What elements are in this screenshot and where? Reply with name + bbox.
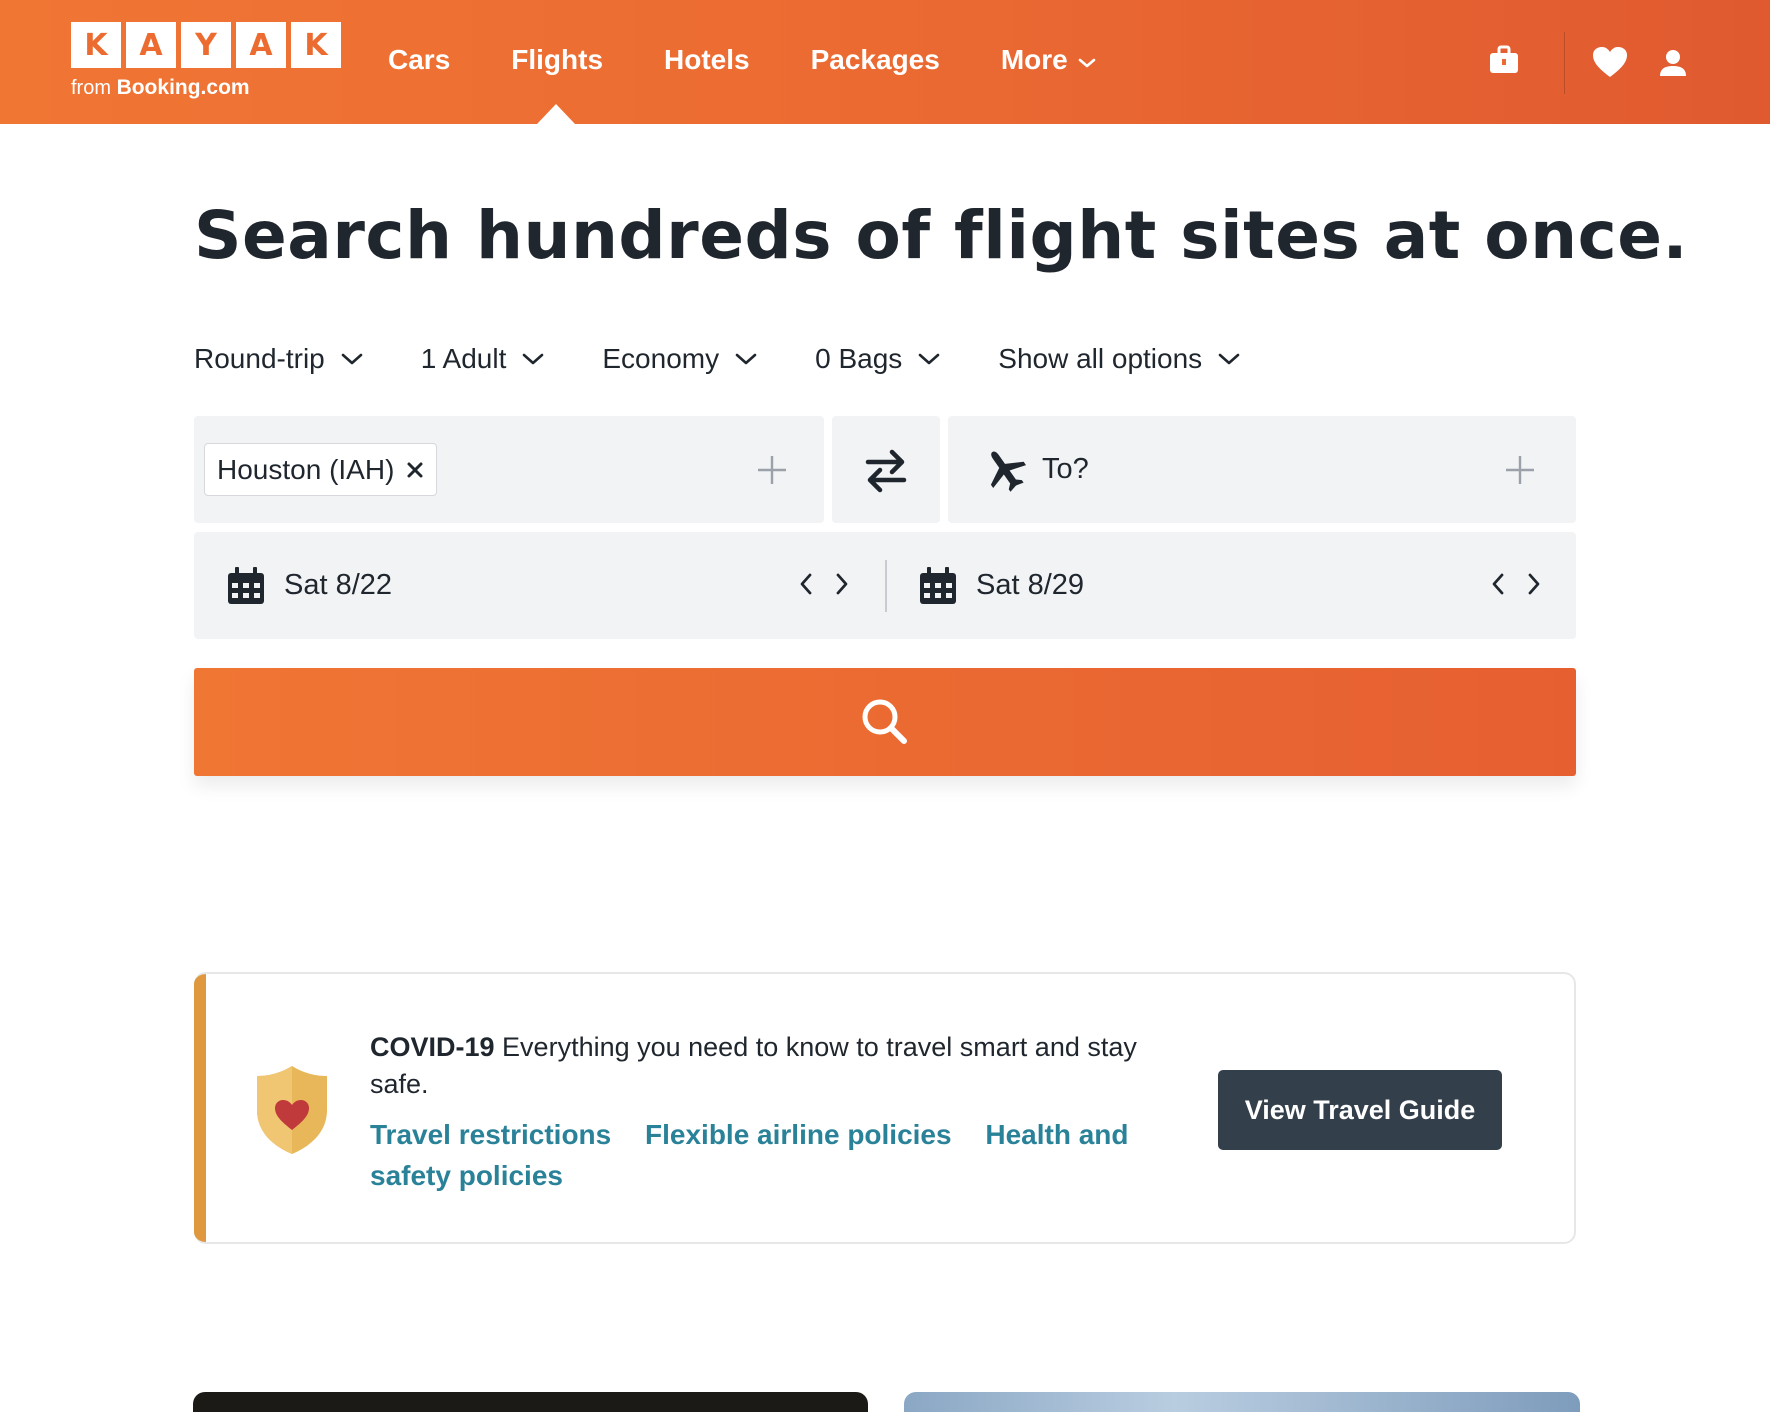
- nav-label: More: [1000, 44, 1068, 75]
- chevron-right-icon[interactable]: [834, 572, 850, 596]
- main-nav: Cars Flights Hotels Packages More: [388, 44, 1157, 76]
- nav-label: Hotels: [664, 44, 750, 75]
- trips-briefcase-icon[interactable]: [1488, 44, 1520, 81]
- view-travel-guide-button[interactable]: View Travel Guide: [1218, 1070, 1502, 1150]
- swap-arrows-icon: [865, 449, 907, 492]
- nav-flights[interactable]: Flights: [511, 44, 603, 76]
- airplane-icon: [982, 446, 1028, 499]
- chevron-down-icon: [1218, 353, 1240, 365]
- heart-icon[interactable]: [1592, 46, 1628, 83]
- logo-letter: K: [291, 22, 341, 68]
- covid-links: Travel restrictions Flexible airline pol…: [370, 1114, 1190, 1196]
- travelers-label: 1 Adult: [420, 343, 507, 374]
- search-icon: [862, 699, 907, 744]
- logo-from: from: [71, 77, 111, 99]
- nav-label: Flights: [511, 44, 604, 75]
- add-origin-plus-icon[interactable]: [756, 454, 788, 491]
- nav-more[interactable]: More: [1001, 44, 1096, 76]
- shield-heart-icon: [255, 1064, 329, 1161]
- swap-button[interactable]: [832, 416, 940, 523]
- nav-packages[interactable]: Packages: [811, 44, 940, 76]
- chevron-right-icon[interactable]: [1526, 572, 1542, 596]
- logo-letters: K A Y A K: [71, 22, 346, 68]
- calendar-icon: [228, 566, 264, 604]
- chevron-down-icon: [1078, 44, 1096, 76]
- show-all-options-label: Show all options: [998, 343, 1203, 374]
- kayak-logo[interactable]: K A Y A K from Booking.com: [71, 22, 346, 100]
- covid-description: COVID-19 Everything you need to know to …: [370, 1029, 1190, 1103]
- logo-letter: Y: [181, 22, 231, 68]
- active-nav-pointer: [537, 104, 575, 124]
- destination-placeholder: To?: [1042, 453, 1089, 485]
- depart-date-text: Sat 8/22: [284, 569, 393, 601]
- header-divider: [1564, 32, 1565, 94]
- origin-value: Houston (IAH): [217, 453, 395, 485]
- origin-field[interactable]: Houston (IAH): [194, 416, 824, 523]
- bags-dropdown[interactable]: 0 Bags: [815, 343, 940, 375]
- chevron-left-icon[interactable]: [798, 572, 814, 596]
- covid-accent-bar: [194, 974, 206, 1242]
- return-date-stepper: [1490, 572, 1542, 596]
- show-all-options-dropdown[interactable]: Show all options: [998, 343, 1240, 375]
- bags-label: 0 Bags: [815, 343, 903, 374]
- date-divider: [885, 560, 887, 612]
- return-date-text: Sat 8/29: [976, 569, 1085, 601]
- nav-hotels[interactable]: Hotels: [664, 44, 750, 76]
- travelers-dropdown[interactable]: 1 Adult: [421, 343, 545, 375]
- covid-label: COVID-19: [370, 1032, 495, 1062]
- destination-field[interactable]: To?: [948, 416, 1576, 523]
- user-icon[interactable]: [1658, 48, 1688, 83]
- nav-cars[interactable]: Cars: [388, 44, 450, 76]
- trip-type-dropdown[interactable]: Round-trip: [194, 343, 363, 375]
- logo-letter: A: [236, 22, 286, 68]
- covid-info-card: COVID-19 Everything you need to know to …: [194, 972, 1576, 1244]
- page-title: Search hundreds of flight sites at once.: [194, 197, 1689, 274]
- cabin-class-label: Economy: [602, 343, 720, 374]
- depart-date-field[interactable]: Sat 8/22: [226, 532, 392, 639]
- top-header: K A Y A K from Booking.com Cars Flights …: [0, 0, 1770, 124]
- logo-letter: A: [126, 22, 176, 68]
- logo-subtitle: from Booking.com: [71, 76, 346, 100]
- trip-type-label: Round-trip: [194, 343, 325, 374]
- chevron-down-icon: [735, 353, 757, 365]
- chevron-down-icon: [523, 353, 544, 365]
- close-icon[interactable]: [406, 461, 424, 479]
- dates-field: Sat 8/22 Sat 8/29: [194, 532, 1576, 639]
- nav-label: Cars: [388, 44, 451, 75]
- search-options-row: Round-trip 1 Adult Economy 0 Bags Show a…: [194, 343, 1240, 375]
- flexible-airline-policies-link[interactable]: Flexible airline policies: [645, 1119, 952, 1150]
- add-destination-plus-icon[interactable]: [1504, 454, 1536, 491]
- content-card-image[interactable]: [904, 1392, 1580, 1412]
- content-card-image[interactable]: [193, 1392, 868, 1412]
- depart-date-stepper: [798, 572, 850, 596]
- cabin-class-dropdown[interactable]: Economy: [602, 343, 757, 375]
- travel-restrictions-link[interactable]: Travel restrictions: [370, 1119, 611, 1150]
- logo-brand: Booking.com: [116, 76, 250, 99]
- origin-chip: Houston (IAH): [204, 443, 438, 496]
- chevron-down-icon: [341, 353, 363, 365]
- chevron-left-icon[interactable]: [1490, 572, 1506, 596]
- search-button[interactable]: [194, 668, 1576, 776]
- logo-letter: K: [71, 22, 121, 68]
- nav-label: Packages: [810, 44, 940, 75]
- return-date-field[interactable]: Sat 8/29: [918, 532, 1084, 639]
- chevron-down-icon: [918, 353, 940, 365]
- calendar-icon: [920, 566, 956, 604]
